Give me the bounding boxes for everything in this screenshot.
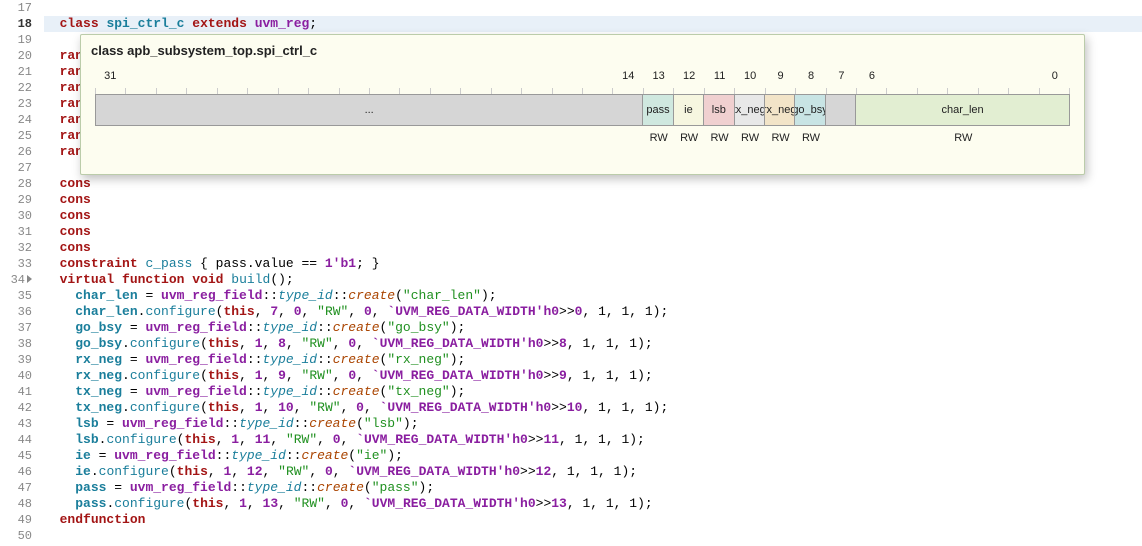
code-line[interactable] [44, 0, 1142, 16]
register-field-go_bsy: go_bsy [795, 95, 825, 125]
code-line[interactable]: lsb = uvm_reg_field::type_id::create("ls… [44, 416, 1142, 432]
line-number: 32 [0, 240, 32, 256]
bit-index-label: 7 [838, 70, 844, 82]
register-field-...: ... [96, 95, 643, 125]
line-number: 28 [0, 176, 32, 192]
code-line[interactable]: tx_neg = uvm_reg_field::type_id::create(… [44, 384, 1142, 400]
bit-index-label: 10 [744, 70, 756, 82]
code-line[interactable]: rx_neg.configure(this, 1, 9, "RW", 0, `U… [44, 368, 1142, 384]
code-line[interactable]: pass = uvm_reg_field::type_id::create("p… [44, 480, 1142, 496]
code-line[interactable]: char_len = uvm_reg_field::type_id::creat… [44, 288, 1142, 304]
access-label [826, 126, 856, 150]
line-number: 36 [0, 304, 32, 320]
tooltip-title: class apb_subsystem_top.spi_ctrl_c [91, 43, 1074, 58]
line-number: 19 [0, 32, 32, 48]
line-number: 18 [0, 16, 32, 32]
line-number: 24 [0, 112, 32, 128]
line-number: 44 [0, 432, 32, 448]
code-line[interactable]: go_bsy.configure(this, 1, 8, "RW", 0, `U… [44, 336, 1142, 352]
bit-index-label: 31 [104, 70, 116, 82]
register-field-tx_neg: tx_neg [735, 95, 765, 125]
code-line[interactable]: constraint c_pass { pass.value == 1'b1; … [44, 256, 1142, 272]
code-line[interactable]: cons [44, 224, 1142, 240]
code-line[interactable] [44, 528, 1142, 544]
bit-index-label: 0 [1052, 70, 1058, 82]
line-number: 42 [0, 400, 32, 416]
line-number: 47 [0, 480, 32, 496]
code-line[interactable]: lsb.configure(this, 1, 11, "RW", 0, `UVM… [44, 432, 1142, 448]
line-number: 48 [0, 496, 32, 512]
line-number: 39 [0, 352, 32, 368]
code-line[interactable]: cons [44, 208, 1142, 224]
access-label: RW [796, 126, 826, 150]
line-number: 40 [0, 368, 32, 384]
code-line[interactable]: endfunction [44, 512, 1142, 528]
access-label: RW [643, 126, 673, 150]
code-line[interactable]: cons [44, 176, 1142, 192]
access-row: RWRWRWRWRWRWRW [95, 126, 1070, 150]
access-label [95, 126, 643, 150]
access-label: RW [857, 126, 1070, 150]
register-field-char_len: char_len [856, 95, 1069, 125]
code-line[interactable]: rx_neg = uvm_reg_field::type_id::create(… [44, 352, 1142, 368]
access-label: RW [704, 126, 734, 150]
line-number: 27 [0, 160, 32, 176]
code-line[interactable]: ie.configure(this, 1, 12, "RW", 0, `UVM_… [44, 464, 1142, 480]
code-line[interactable]: pass.configure(this, 1, 13, "RW", 0, `UV… [44, 496, 1142, 512]
bit-index-label: 11 [714, 70, 725, 82]
line-number: 22 [0, 80, 32, 96]
register-field-reserved [826, 95, 856, 125]
line-number: 49 [0, 512, 32, 528]
line-number: 17 [0, 0, 32, 16]
line-number: 30 [0, 208, 32, 224]
line-number: 31 [0, 224, 32, 240]
access-label: RW [735, 126, 765, 150]
register-field-pass: pass [643, 95, 673, 125]
register-field-rx_neg: rx_neg [765, 95, 795, 125]
code-line[interactable]: class spi_ctrl_c extends uvm_reg; [44, 16, 1142, 32]
bit-index-label: 6 [869, 70, 875, 82]
register-layout: 0 6 7 8 9 10 11 12 13 14 31 ...passielsbtx_negrx_n… [95, 70, 1070, 150]
bit-index-label: 12 [683, 70, 695, 82]
code-line[interactable]: tx_neg.configure(this, 1, 10, "RW", 0, `… [44, 400, 1142, 416]
line-number: 35 [0, 288, 32, 304]
code-line[interactable]: ie = uvm_reg_field::type_id::create("ie"… [44, 448, 1142, 464]
bit-index-label: 9 [777, 70, 783, 82]
code-line[interactable]: cons [44, 192, 1142, 208]
code-line[interactable]: cons [44, 240, 1142, 256]
register-tooltip: class apb_subsystem_top.spi_ctrl_c 0 6 7 8 9… [80, 34, 1085, 175]
bit-index-label: 14 [622, 70, 634, 82]
code-line[interactable]: virtual function void build(); [44, 272, 1142, 288]
line-number: 20 [0, 48, 32, 64]
line-number: 33 [0, 256, 32, 272]
line-number: 25 [0, 128, 32, 144]
access-label: RW [674, 126, 704, 150]
code-line[interactable]: char_len.configure(this, 7, 0, "RW", 0, … [44, 304, 1142, 320]
line-number: 26 [0, 144, 32, 160]
line-number: 41 [0, 384, 32, 400]
code-line[interactable]: go_bsy = uvm_reg_field::type_id::create(… [44, 320, 1142, 336]
line-number: 45 [0, 448, 32, 464]
line-number-gutter: 1718192021222324252627282930313233343536… [0, 0, 38, 546]
line-number: 37 [0, 320, 32, 336]
bit-ticks [95, 88, 1070, 94]
register-field-ie: ie [674, 95, 704, 125]
access-label: RW [765, 126, 795, 150]
bit-index-ruler: 0 6 7 8 9 10 11 12 13 14 31 [95, 70, 1070, 88]
line-number: 38 [0, 336, 32, 352]
bit-index-label: 8 [808, 70, 814, 82]
line-number: 23 [0, 96, 32, 112]
line-number: 46 [0, 464, 32, 480]
line-number: 21 [0, 64, 32, 80]
bit-fields: ...passielsbtx_negrx_neggo_bsy char_len [95, 94, 1070, 126]
line-number: 29 [0, 192, 32, 208]
bit-index-label: 13 [653, 70, 665, 82]
line-number: 50 [0, 528, 32, 544]
register-field-lsb: lsb [704, 95, 734, 125]
line-number: 34 [0, 272, 32, 288]
line-number: 43 [0, 416, 32, 432]
